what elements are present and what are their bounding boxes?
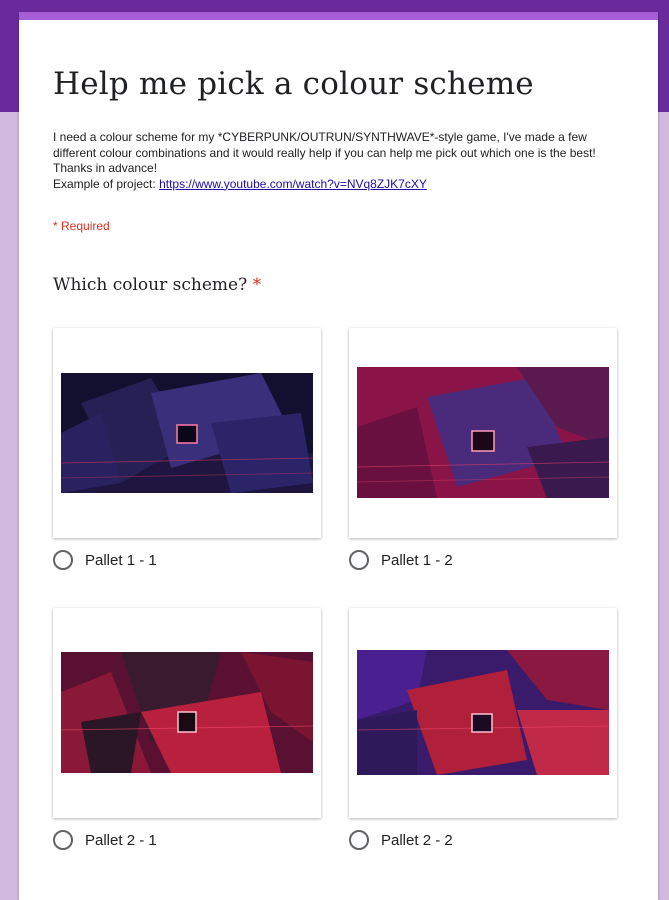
radio-button[interactable]	[349, 550, 369, 570]
option-image-card[interactable]	[349, 608, 617, 818]
option-label[interactable]: Pallet 2 - 1	[85, 832, 157, 849]
pallet-1-1-preview-image	[61, 373, 313, 493]
option-image	[61, 373, 313, 493]
form-title: Help me pick a colour scheme	[53, 66, 534, 102]
option-radio-row[interactable]: Pallet 2 - 2	[349, 828, 617, 852]
option-pallet-1-1[interactable]: Pallet 1 - 1	[53, 328, 321, 570]
required-note: * Required	[53, 219, 110, 233]
option-image-card[interactable]	[349, 328, 617, 538]
example-prefix: Example of project:	[53, 176, 160, 191]
question-title: Which colour scheme? *	[53, 275, 261, 295]
option-label[interactable]: Pallet 1 - 2	[381, 552, 453, 569]
radio-button[interactable]	[349, 830, 369, 850]
radio-button[interactable]	[53, 550, 73, 570]
option-pallet-1-2[interactable]: Pallet 1 - 2	[349, 328, 617, 570]
pallet-2-2-preview-image	[357, 650, 609, 775]
radio-button[interactable]	[53, 830, 73, 850]
option-radio-row[interactable]: Pallet 1 - 2	[349, 548, 617, 572]
option-image-card[interactable]	[53, 328, 321, 538]
option-image	[357, 367, 609, 498]
option-radio-row[interactable]: Pallet 2 - 1	[53, 828, 321, 852]
question-text: Which colour scheme?	[53, 275, 248, 295]
option-image	[357, 650, 609, 775]
option-label[interactable]: Pallet 2 - 2	[381, 832, 453, 849]
option-pallet-2-2[interactable]: Pallet 2 - 2	[349, 608, 617, 850]
option-image-card[interactable]	[53, 608, 321, 818]
required-star: *	[252, 275, 262, 295]
form-description: I need a colour scheme for my *CYBERPUNK…	[53, 130, 633, 192]
description-text: I need a colour scheme for my *CYBERPUNK…	[53, 130, 596, 175]
option-pallet-2-1[interactable]: Pallet 2 - 1	[53, 608, 321, 850]
example-link[interactable]: https://www.youtube.com/watch?v=NVq8ZJK7…	[159, 177, 427, 191]
option-radio-row[interactable]: Pallet 1 - 1	[53, 548, 321, 572]
pallet-2-1-preview-image	[61, 652, 313, 773]
pallet-1-2-preview-image	[357, 367, 609, 498]
option-image	[61, 652, 313, 773]
option-label[interactable]: Pallet 1 - 1	[85, 552, 157, 569]
description-example-line: Example of project: https://www.youtube.…	[53, 177, 633, 193]
form-card: Help me pick a colour scheme I need a co…	[19, 12, 658, 900]
